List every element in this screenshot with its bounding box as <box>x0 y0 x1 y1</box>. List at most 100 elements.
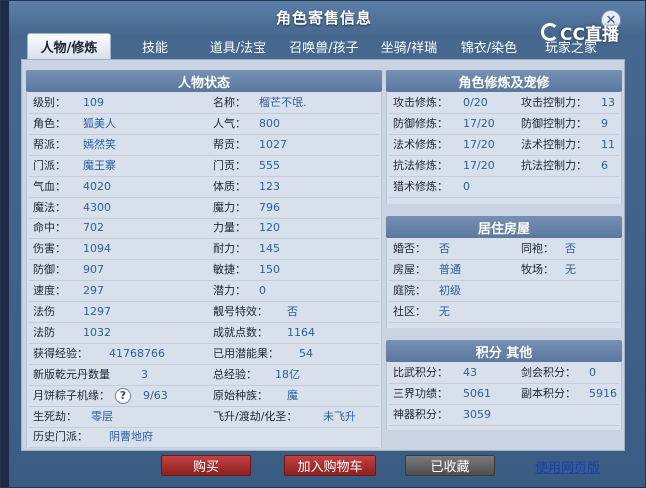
status-value: 阴曹地府 <box>109 430 153 444</box>
status-value: 1027 <box>259 137 287 151</box>
row-divider <box>29 301 379 303</box>
points-label: 神器积分： <box>393 407 448 421</box>
points-label: 比武积分： <box>393 366 448 379</box>
status-label: 飞升/渡劫/化圣： <box>213 409 298 423</box>
status-value: 9/63 <box>143 388 168 402</box>
status-value: 榴芒不氓. <box>259 96 307 109</box>
cultivation-label: 防御修炼： <box>393 116 448 130</box>
points-panel: 比武积分： 43 剑会积分： 0 三界功绩： 5061 副本积分： 5916 神器积分： 3059 <box>386 362 622 430</box>
points-title: 积分 其他 <box>475 345 533 361</box>
housing-value: 否 <box>439 242 450 255</box>
housing-label: 同袍： <box>521 242 554 255</box>
status-value: 否 <box>287 305 298 318</box>
points-label: 三界功绩： <box>393 386 448 400</box>
row-divider <box>29 280 379 282</box>
tab-outfits[interactable]: 锦衣/染色 <box>451 33 527 59</box>
status-label: 生死劫： <box>33 409 77 423</box>
status-value: 零层 <box>91 409 113 423</box>
tab-mounts[interactable]: 坐骑/祥瑞 <box>371 33 447 59</box>
status-label: 历史门派： <box>33 430 88 444</box>
status-label: 敏捷： <box>213 263 246 277</box>
status-label: 魔力： <box>213 200 246 214</box>
cultivation-value: 17/20 <box>463 137 495 151</box>
web-version-link[interactable]: 使用网页版 <box>535 457 600 476</box>
housing-value: 初级 <box>439 283 461 297</box>
status-label: 总经验： <box>213 367 257 381</box>
tab-items[interactable]: 道具/法宝 <box>199 33 277 59</box>
points-label: 副本积分： <box>521 386 576 400</box>
status-label: 原始种族： <box>213 388 268 402</box>
collected-button[interactable]: 已收藏 <box>405 455 495 476</box>
status-label: 魔法： <box>33 200 66 214</box>
row-divider <box>29 217 379 219</box>
row-divider <box>29 175 379 177</box>
status-label: 月饼粽子机缘： <box>33 388 110 402</box>
status-label: 命中： <box>33 221 66 235</box>
status-label: 名称： <box>213 96 246 109</box>
status-value: 123 <box>259 179 280 193</box>
help-icon[interactable]: ? <box>115 387 131 404</box>
status-label: 潜力： <box>213 284 246 298</box>
cultivation-label: 攻击控制力： <box>521 96 587 109</box>
housing-title: 居住房屋 <box>477 221 530 237</box>
cultivation-value: 13 <box>601 96 615 109</box>
buy-button[interactable]: 购买 <box>161 455 251 476</box>
status-value: 嫣然笑 <box>83 137 116 151</box>
status-label: 级别： <box>33 96 66 109</box>
points-value: 5061 <box>463 386 491 400</box>
cultivation-label: 法术控制力： <box>521 137 587 151</box>
status-value: 狐美人 <box>83 116 116 130</box>
row-divider <box>29 154 379 156</box>
cultivation-value: 11 <box>601 137 615 151</box>
status-value: 18亿 <box>275 367 300 381</box>
status-label: 法伤 <box>33 305 55 318</box>
points-header: 积分 其他 <box>386 340 622 362</box>
housing-label: 社区： <box>393 304 426 318</box>
housing-label: 牧场： <box>521 262 554 276</box>
row-divider <box>389 196 619 198</box>
status-label: 获得经验： <box>33 346 88 360</box>
status-value: 1164 <box>287 325 315 339</box>
row-divider <box>29 113 379 114</box>
status-label: 力量： <box>213 221 246 235</box>
cultivation-label: 法术修炼： <box>393 137 448 151</box>
status-label: 帮贡： <box>213 137 246 151</box>
status-label: 角色： <box>33 116 66 130</box>
status-value: 150 <box>259 263 280 277</box>
status-label: 靓号特效： <box>213 305 268 318</box>
tab-skills[interactable]: 技能 <box>115 33 195 59</box>
tab-pets[interactable]: 召唤兽/孩子 <box>281 33 367 59</box>
cultivation-label: 猎术修炼： <box>393 179 448 193</box>
points-value: 0 <box>589 366 596 379</box>
cultivation-value: 17/20 <box>463 158 495 172</box>
status-value: 4300 <box>83 200 111 214</box>
tab-bar: 人物/修炼 技能 道具/法宝 召唤兽/孩子 坐骑/祥瑞 锦衣/染色 玩家之家 <box>27 33 621 59</box>
cultivation-label: 防御控制力： <box>521 116 587 130</box>
status-value: 54 <box>299 346 313 360</box>
row-divider <box>29 196 379 198</box>
tab-character[interactable]: 人物/修炼 <box>27 33 111 59</box>
row-divider <box>29 238 379 240</box>
status-value: 800 <box>259 116 280 130</box>
status-value: 907 <box>83 263 104 277</box>
cultivation-panel: 攻击修炼： 0/20 攻击控制力： 13 防御修炼： 17/20 防御控制力： 9 法术修炼： 1… <box>386 92 622 204</box>
cultivation-label: 抗法修炼： <box>393 158 448 172</box>
housing-label: 庭院： <box>393 283 426 297</box>
add-to-cart-button[interactable]: 加入购物车 <box>284 455 376 476</box>
cultivation-header: 角色修炼及宠修 <box>386 70 622 92</box>
tab-home[interactable]: 玩家之家 <box>531 33 611 59</box>
status-label: 气血： <box>33 179 66 193</box>
status-header: 人物状态 <box>26 70 382 92</box>
status-value: 魔 <box>287 388 298 402</box>
status-label: 门派： <box>33 158 66 172</box>
row-divider <box>29 322 379 323</box>
status-value: 702 <box>83 221 104 235</box>
status-value: 0 <box>259 284 266 298</box>
cultivation-value: 9 <box>601 116 608 130</box>
housing-value: 普通 <box>439 262 461 276</box>
status-label: 帮派： <box>33 137 66 151</box>
status-value: 4020 <box>83 179 111 193</box>
row-divider <box>29 133 379 135</box>
points-label: 剑会积分： <box>521 366 576 379</box>
housing-panel: 婚否：否同袍：否房屋： 普通 牧场：无庭院： 初级 社区：无 <box>386 238 622 328</box>
